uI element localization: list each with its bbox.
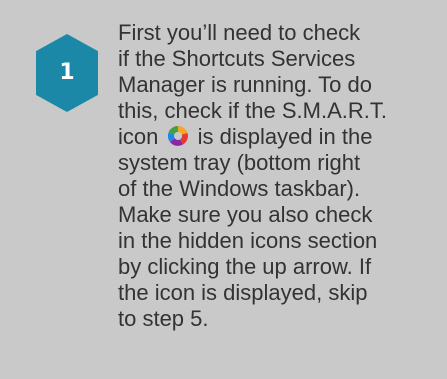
step-line-10: by clicking the up arrow. If [118,254,372,279]
step-line-5: icon is displayed in the [118,124,438,150]
step-line-12: to step 5. [118,306,209,331]
step-line-2: if the Shortcuts Services [118,46,356,71]
icon-word: icon [118,124,159,149]
instruction-card: 1 First you’ll need to check if the Shor… [0,0,447,379]
step-line-7: of the Windows taskbar). [118,176,361,201]
smart-app-icon [168,125,189,146]
step-line-5-text: is displayed in the [197,124,373,149]
step-line-3: Manager is running. To do [118,72,372,97]
step-line-4: this, check if the S.M.A.R.T. [118,98,387,123]
step-number: 1 [59,60,75,85]
step-instructions: First you’ll need to check if the Shortc… [118,20,438,332]
step-line-8: Make sure you also check [118,202,373,227]
step-line-9: in the hidden icons section [118,228,378,253]
step-number-badge: 1 [36,34,98,112]
step-line-11: the icon is displayed, skip [118,280,368,305]
step-line-1: First you’ll need to check [118,20,361,45]
step-line-6: system tray (bottom right [118,150,361,175]
